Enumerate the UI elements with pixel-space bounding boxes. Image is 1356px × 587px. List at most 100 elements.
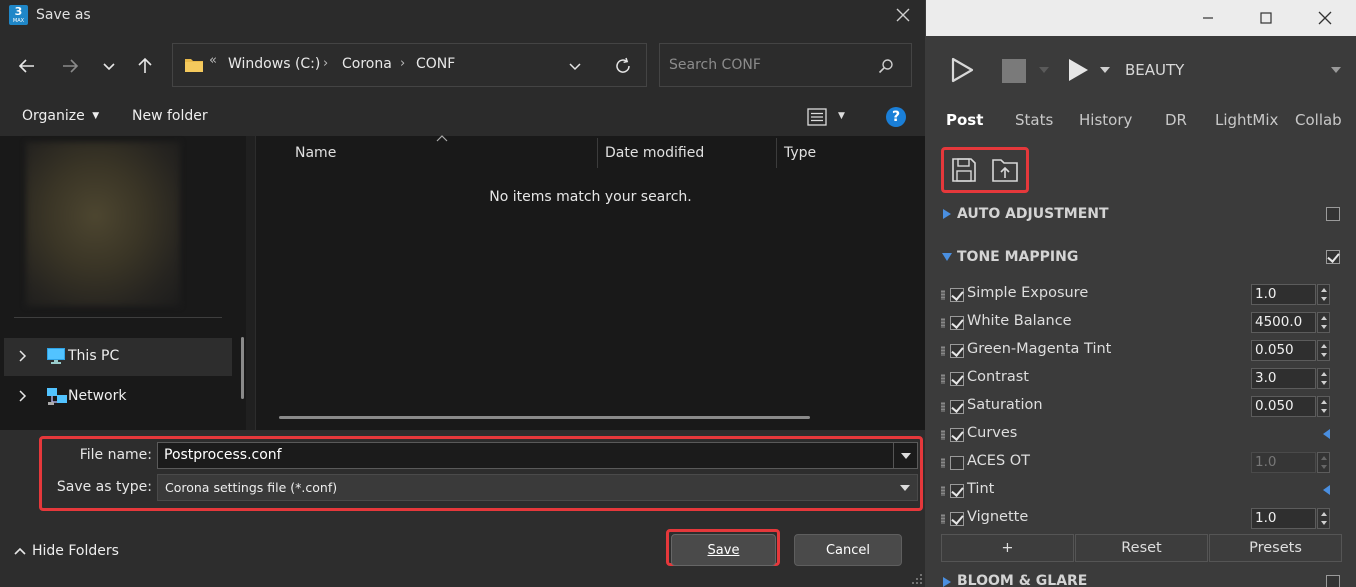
up-arrow-icon[interactable] xyxy=(131,52,159,80)
drag-handle-icon[interactable] xyxy=(941,458,945,468)
param-spinner[interactable] xyxy=(1317,312,1330,333)
bloom-glare-checkbox[interactable] xyxy=(1326,575,1340,587)
close-icon[interactable] xyxy=(892,4,914,26)
auto-adjustment-checkbox[interactable] xyxy=(1326,207,1340,221)
param-value-field[interactable]: 4500.0 xyxy=(1251,312,1316,333)
render-element-dropdown-icon[interactable] xyxy=(1331,67,1341,73)
tab-stats[interactable]: Stats xyxy=(1015,111,1053,129)
close-icon[interactable] xyxy=(1315,8,1335,28)
param-value-field[interactable]: 3.0 xyxy=(1251,368,1316,389)
refresh-icon[interactable] xyxy=(613,56,633,76)
search-box[interactable]: Search CONF xyxy=(659,43,912,87)
expand-left-arrow-icon[interactable] xyxy=(1323,429,1330,439)
drag-handle-icon[interactable] xyxy=(941,402,945,412)
address-history-chevron-icon[interactable] xyxy=(567,58,583,74)
address-overflow[interactable]: « xyxy=(209,53,217,68)
param-checkbox[interactable] xyxy=(950,372,964,386)
drag-handle-icon[interactable] xyxy=(941,374,945,384)
caret-down-icon: ▼ xyxy=(92,111,100,121)
param-label: Vignette xyxy=(967,509,1029,525)
column-header-date-modified[interactable]: Date modified xyxy=(605,145,704,161)
param-checkbox[interactable] xyxy=(950,428,964,442)
start-interactive-render-icon[interactable] xyxy=(948,56,976,84)
nav-item-network[interactable]: Network xyxy=(4,378,232,416)
expand-arrow-icon[interactable] xyxy=(943,209,951,219)
render-play-icon[interactable] xyxy=(1065,57,1091,83)
param-checkbox[interactable] xyxy=(950,344,964,358)
save-button[interactable]: Save xyxy=(671,534,776,566)
expand-left-arrow-icon[interactable] xyxy=(1323,485,1330,495)
param-checkbox[interactable] xyxy=(950,484,964,498)
param-checkbox[interactable] xyxy=(950,456,964,470)
drag-handle-icon[interactable] xyxy=(941,514,945,524)
hide-folders-button[interactable]: Hide Folders xyxy=(14,543,119,559)
param-value-field[interactable]: 0.050 xyxy=(1251,396,1316,417)
tab-dr[interactable]: DR xyxy=(1165,111,1187,129)
param-spinner[interactable] xyxy=(1317,396,1330,417)
maximize-icon[interactable] xyxy=(1256,8,1276,28)
column-header-type[interactable]: Type xyxy=(784,145,816,161)
stop-options-caret-icon[interactable] xyxy=(1039,67,1049,73)
tab-history[interactable]: History xyxy=(1079,111,1132,129)
tone-mapping-checkbox[interactable] xyxy=(1326,250,1340,264)
forward-arrow-icon[interactable] xyxy=(56,52,84,80)
help-icon[interactable]: ? xyxy=(886,107,906,127)
param-value-field[interactable]: 0.050 xyxy=(1251,340,1316,361)
back-arrow-icon[interactable] xyxy=(13,52,41,80)
drag-handle-icon[interactable] xyxy=(941,346,945,356)
horizontal-scrollbar[interactable] xyxy=(279,416,810,419)
param-spinner[interactable] xyxy=(1317,284,1330,305)
stop-render-icon[interactable] xyxy=(1002,59,1026,83)
cancel-button[interactable]: Cancel xyxy=(794,534,902,566)
tab-collab[interactable]: Collab xyxy=(1295,111,1342,129)
nav-scrollbar[interactable] xyxy=(241,337,244,399)
column-separator[interactable] xyxy=(776,138,777,168)
chevron-right-icon[interactable] xyxy=(17,350,27,362)
drag-handle-icon[interactable] xyxy=(941,318,945,328)
address-bar[interactable]: « Windows (C:) › Corona › CONF xyxy=(172,43,647,87)
collapse-arrow-icon[interactable] xyxy=(942,253,952,261)
column-separator[interactable] xyxy=(597,138,598,168)
save-icon[interactable] xyxy=(951,157,977,183)
tab-post[interactable]: Post xyxy=(946,111,983,129)
param-checkbox[interactable] xyxy=(950,288,964,302)
breadcrumb-conf[interactable]: CONF xyxy=(416,56,455,72)
add-operator-button[interactable]: + xyxy=(941,534,1074,562)
section-tone-mapping[interactable]: TONE MAPPING xyxy=(957,249,1078,265)
chevron-right-icon[interactable] xyxy=(17,390,27,402)
presets-button[interactable]: Presets xyxy=(1209,534,1342,562)
resize-grip-icon[interactable] xyxy=(911,573,923,585)
param-spinner[interactable] xyxy=(1317,340,1330,361)
nav-item-this-pc[interactable]: This PC xyxy=(4,338,232,376)
render-element-selector[interactable]: BEAUTY xyxy=(1125,61,1184,79)
save-as-type-value[interactable]: Corona settings file (*.conf) xyxy=(165,480,337,495)
load-icon[interactable] xyxy=(991,157,1019,183)
minimize-icon[interactable] xyxy=(1198,8,1218,28)
search-icon[interactable] xyxy=(878,58,894,74)
organize-button[interactable]: Organize ▼ xyxy=(22,108,99,124)
tab-lightmix[interactable]: LightMix xyxy=(1215,111,1278,129)
file-name-dropdown-icon[interactable] xyxy=(893,443,917,468)
param-value-field[interactable]: 1.0 xyxy=(1251,284,1316,305)
param-checkbox[interactable] xyxy=(950,316,964,330)
expand-arrow-icon[interactable] xyxy=(943,577,951,587)
reset-button[interactable]: Reset xyxy=(1075,534,1208,562)
column-header-name[interactable]: Name xyxy=(295,145,336,161)
param-spinner[interactable] xyxy=(1317,368,1330,389)
drag-handle-icon[interactable] xyxy=(941,430,945,440)
new-folder-button[interactable]: New folder xyxy=(132,108,208,124)
param-spinner[interactable] xyxy=(1317,508,1330,529)
param-checkbox[interactable] xyxy=(950,512,964,526)
render-options-caret-icon[interactable] xyxy=(1100,67,1110,73)
breadcrumb-windows-c[interactable]: Windows (C:) xyxy=(228,56,320,72)
file-name-value[interactable]: Postprocess.conf xyxy=(164,447,282,463)
drag-handle-icon[interactable] xyxy=(941,290,945,300)
param-checkbox[interactable] xyxy=(950,400,964,414)
param-value-field[interactable]: 1.0 xyxy=(1251,508,1316,529)
breadcrumb-corona[interactable]: Corona xyxy=(342,56,392,72)
save-as-type-dropdown-icon[interactable] xyxy=(893,475,917,500)
section-auto-adjustment[interactable]: AUTO ADJUSTMENT xyxy=(957,206,1109,222)
drag-handle-icon[interactable] xyxy=(941,486,945,496)
section-bloom-glare[interactable]: BLOOM & GLARE xyxy=(957,573,1087,587)
recent-locations-chevron-icon[interactable] xyxy=(95,52,123,80)
